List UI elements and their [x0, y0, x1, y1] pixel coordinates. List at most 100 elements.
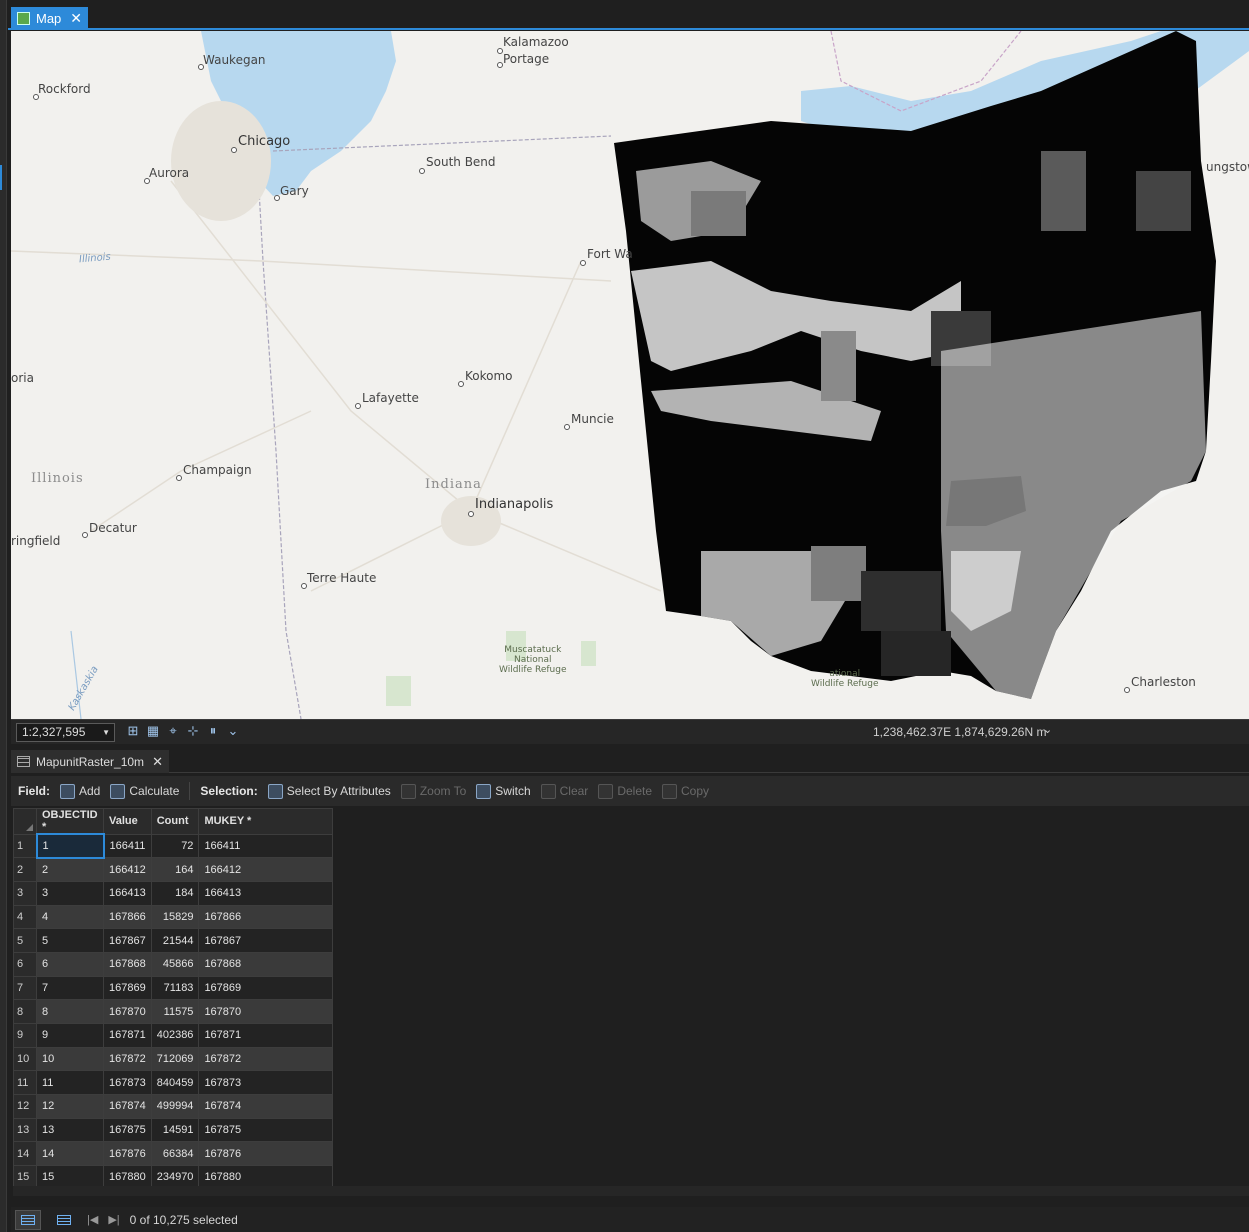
cell-value[interactable]: 167868: [103, 951, 152, 977]
scale-dropdown[interactable]: 1:2,327,595 ▼: [16, 723, 115, 742]
table-row[interactable]: 11 11 167873 840459 167873: [13, 1070, 334, 1096]
cell-objectid[interactable]: 10: [36, 1046, 104, 1072]
cell-objectid[interactable]: 3: [36, 880, 104, 906]
cell-mukey[interactable]: 167868: [198, 951, 334, 977]
fixed-extent-icon[interactable]: ⊞: [125, 723, 141, 739]
cell-mukey[interactable]: 166412: [198, 857, 334, 882]
table-row[interactable]: 9 9 167871 402386 167871: [13, 1023, 334, 1048]
cell-mukey[interactable]: 167872: [198, 1046, 334, 1072]
cell-value[interactable]: 167869: [103, 975, 152, 1001]
show-all-records-button[interactable]: [15, 1209, 41, 1230]
cell-value[interactable]: 167871: [103, 1023, 152, 1048]
table-row[interactable]: 7 7 167869 71183 167869: [13, 975, 334, 1001]
delete-button[interactable]: Delete: [598, 783, 652, 799]
copy-button[interactable]: Copy: [662, 783, 709, 799]
cell-value[interactable]: 167874: [103, 1094, 152, 1119]
table-row[interactable]: 1 1 166411 72 166411: [13, 833, 334, 859]
cell-objectid[interactable]: 5: [36, 928, 104, 953]
zoom-to-button[interactable]: Zoom To: [400, 783, 466, 799]
map-view[interactable]: Kalamazoo Portage Waukegan Rockford Chic…: [11, 31, 1249, 719]
cell-mukey[interactable]: 166411: [198, 833, 334, 859]
snapping-icon[interactable]: ⌖: [165, 723, 181, 739]
cell-objectid[interactable]: 12: [36, 1094, 104, 1119]
cell-objectid[interactable]: 7: [36, 975, 104, 1001]
cell-count[interactable]: 184: [150, 880, 200, 906]
row-number[interactable]: 6: [13, 951, 37, 977]
cell-objectid[interactable]: 13: [36, 1117, 104, 1143]
table-row[interactable]: 13 13 167875 14591 167875: [13, 1117, 334, 1143]
first-record-icon[interactable]: |◀: [87, 1213, 98, 1226]
cell-value[interactable]: 167872: [103, 1046, 152, 1072]
cell-mukey[interactable]: 167867: [198, 928, 334, 953]
add-field-button[interactable]: Add: [60, 783, 100, 799]
cell-value[interactable]: 167870: [103, 999, 152, 1024]
table-row[interactable]: 6 6 167868 45866 167868: [13, 951, 334, 977]
cell-count[interactable]: 712069: [150, 1046, 200, 1072]
tab-attribute-table[interactable]: MapunitRaster_10m ✕: [11, 750, 169, 773]
cell-objectid[interactable]: 11: [36, 1070, 104, 1096]
table-row[interactable]: 12 12 167874 499994 167874: [13, 1094, 334, 1119]
column-header-count[interactable]: Count: [150, 808, 200, 835]
cell-count[interactable]: 402386: [150, 1023, 200, 1048]
cell-count[interactable]: 164: [150, 857, 200, 882]
cell-mukey[interactable]: 167870: [198, 999, 334, 1024]
cell-objectid[interactable]: 14: [36, 1141, 104, 1167]
pause-drawing-icon[interactable]: ⏸: [205, 723, 221, 739]
row-number[interactable]: 3: [13, 880, 37, 906]
constraints-icon[interactable]: ⊹: [185, 723, 201, 739]
cell-value[interactable]: 166411: [103, 833, 152, 859]
cell-objectid[interactable]: 2: [36, 857, 104, 882]
column-header-mukey[interactable]: MUKEY *: [198, 808, 334, 835]
cell-value[interactable]: 167876: [103, 1141, 152, 1167]
table-row[interactable]: 3 3 166413 184 166413: [13, 880, 334, 906]
close-icon[interactable]: ✕: [152, 754, 163, 770]
cell-count[interactable]: 499994: [150, 1094, 200, 1119]
row-number[interactable]: 13: [13, 1117, 37, 1143]
cell-count[interactable]: 14591: [150, 1117, 200, 1143]
show-selected-records-button[interactable]: [51, 1210, 77, 1230]
cell-objectid[interactable]: 9: [36, 1023, 104, 1048]
table-row[interactable]: 4 4 167866 15829 167866: [13, 904, 334, 930]
cell-count[interactable]: 45866: [150, 951, 200, 977]
row-number[interactable]: 10: [13, 1046, 37, 1072]
cell-objectid[interactable]: 8: [36, 999, 104, 1024]
chevron-down-icon[interactable]: ⌄: [1043, 723, 1052, 736]
cell-mukey[interactable]: 167875: [198, 1117, 334, 1143]
table-row[interactable]: 8 8 167870 11575 167870: [13, 999, 334, 1024]
cell-objectid[interactable]: 1: [35, 833, 105, 859]
column-header-value[interactable]: Value: [103, 808, 152, 835]
cell-count[interactable]: 72: [150, 833, 200, 859]
cell-count[interactable]: 21544: [150, 928, 200, 953]
row-number[interactable]: 1: [13, 833, 37, 859]
table-row[interactable]: 2 2 166412 164 166412: [13, 857, 334, 882]
cell-value[interactable]: 167875: [103, 1117, 152, 1143]
row-number[interactable]: 12: [13, 1094, 37, 1119]
select-all-corner[interactable]: [13, 808, 37, 835]
cell-mukey[interactable]: 167866: [198, 904, 334, 930]
cell-count[interactable]: 11575: [150, 999, 200, 1024]
horizontal-scrollbar[interactable]: [13, 1186, 1249, 1196]
select-by-attributes-button[interactable]: Select By Attributes: [267, 783, 391, 799]
cell-mukey[interactable]: 167871: [198, 1023, 334, 1048]
close-icon[interactable]: ✕: [70, 10, 82, 27]
grid-icon[interactable]: ▦: [145, 723, 161, 739]
row-number[interactable]: 11: [13, 1070, 37, 1096]
cell-value[interactable]: 167866: [103, 904, 152, 930]
tab-map[interactable]: Map ✕: [11, 7, 88, 30]
cell-count[interactable]: 15829: [150, 904, 200, 930]
table-row[interactable]: 10 10 167872 712069 167872: [13, 1046, 334, 1072]
cell-value[interactable]: 167867: [103, 928, 152, 953]
row-number[interactable]: 8: [13, 999, 37, 1024]
cell-value[interactable]: 166412: [103, 857, 152, 882]
cell-objectid[interactable]: 6: [36, 951, 104, 977]
row-number[interactable]: 2: [13, 857, 37, 882]
cell-count[interactable]: 71183: [150, 975, 200, 1001]
cell-objectid[interactable]: 4: [36, 904, 104, 930]
last-record-icon[interactable]: ▶|: [108, 1213, 119, 1226]
switch-selection-button[interactable]: Switch: [476, 783, 531, 799]
clear-selection-button[interactable]: Clear: [540, 783, 588, 799]
calculate-field-button[interactable]: Calculate: [110, 783, 179, 799]
row-number[interactable]: 4: [13, 904, 37, 930]
cell-count[interactable]: 66384: [150, 1141, 200, 1167]
cell-mukey[interactable]: 166413: [198, 880, 334, 906]
